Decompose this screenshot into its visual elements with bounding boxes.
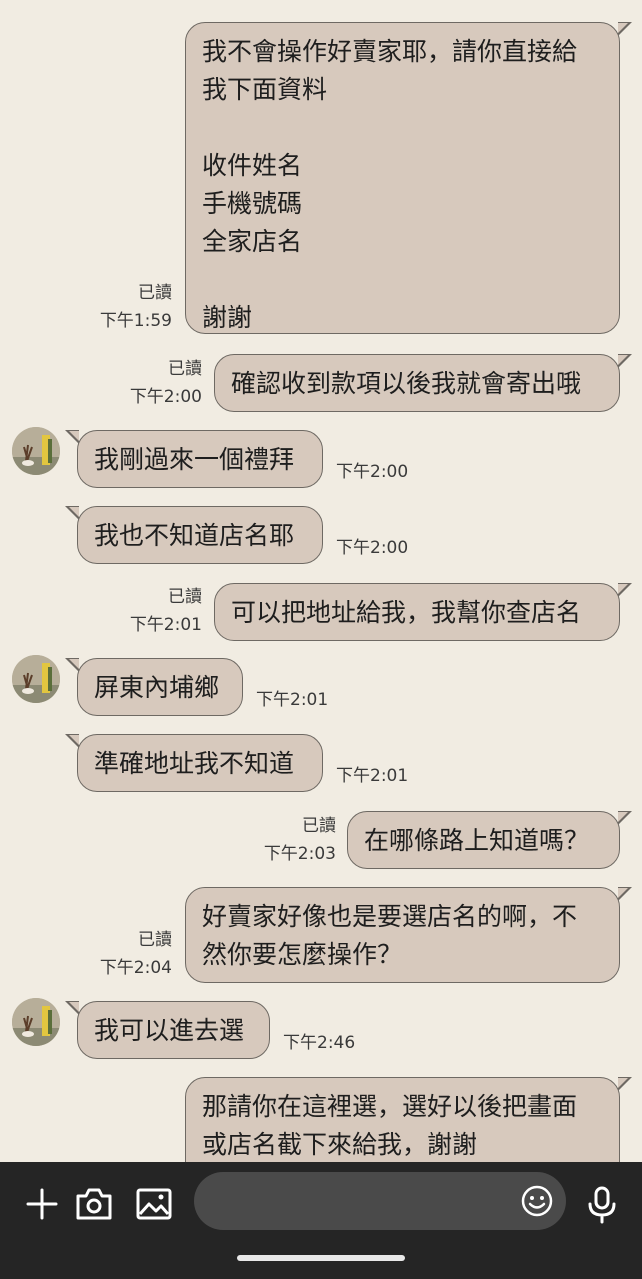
incoming-message[interactable]: 我可以進去選 <box>65 1000 270 1059</box>
contact-avatar[interactable] <box>12 655 60 703</box>
outgoing-message[interactable]: 可以把地址給我，我幫你查店名 <box>214 582 632 641</box>
message-time: 下午2:00 <box>129 387 202 407</box>
avatar-image <box>12 655 60 703</box>
camera-icon[interactable] <box>74 1182 114 1226</box>
emoji-icon[interactable] <box>520 1184 554 1218</box>
contact-avatar[interactable] <box>12 998 60 1046</box>
image-icon[interactable] <box>134 1182 174 1226</box>
message-time: 下午2:03 <box>263 844 336 864</box>
outgoing-message[interactable]: 我不會操作好賣家耶，請你直接給 我下面資料 收件姓名 手機號碼 全家店名 謝謝 <box>185 21 632 334</box>
read-receipt: 已讀 <box>168 359 202 379</box>
message-time: 下午2:00 <box>336 538 409 558</box>
outgoing-message[interactable]: 在哪條路上知道嗎？ <box>347 810 632 869</box>
message-time: 下午2:46 <box>283 1033 356 1053</box>
outgoing-message[interactable]: 好賣家好像也是要選店名的啊，不 然你要怎麼操作？ <box>185 886 632 983</box>
message-time: 下午2:00 <box>336 462 409 482</box>
chat-area[interactable]: 已讀 下午1:59 我不會操作好賣家耶，請你直接給 我下面資料 收件姓名 手機號… <box>0 0 642 1162</box>
incoming-message[interactable]: 準確地址我不知道 <box>65 733 323 792</box>
read-receipt: 已讀 <box>302 816 336 836</box>
read-receipt: 已讀 <box>138 930 172 950</box>
bottom-input-bar <box>0 1162 642 1279</box>
outgoing-message[interactable]: 那請你在這裡選，選好以後把畫面 或店名截下來給我，謝謝 <box>185 1076 632 1162</box>
message-time: 下午2:01 <box>336 766 409 786</box>
read-receipt: 已讀 <box>168 587 202 607</box>
plus-icon[interactable] <box>22 1182 62 1226</box>
message-input[interactable] <box>194 1172 566 1230</box>
contact-avatar[interactable] <box>12 427 60 475</box>
read-receipt: 已讀 <box>138 283 172 303</box>
microphone-icon[interactable] <box>582 1182 622 1226</box>
incoming-message[interactable]: 屏東內埔鄉 <box>65 657 243 716</box>
message-time: 下午1:59 <box>99 311 172 331</box>
home-indicator[interactable] <box>237 1255 405 1261</box>
message-time: 下午2:04 <box>99 958 172 978</box>
incoming-message[interactable]: 我也不知道店名耶 <box>65 505 323 564</box>
message-time: 下午2:01 <box>256 690 329 710</box>
avatar-image <box>12 998 60 1046</box>
outgoing-message[interactable]: 確認收到款項以後我就會寄出哦 <box>214 353 632 412</box>
avatar-image <box>12 427 60 475</box>
message-time: 下午2:01 <box>129 615 202 635</box>
incoming-message[interactable]: 我剛過來一個禮拜 <box>65 429 323 488</box>
